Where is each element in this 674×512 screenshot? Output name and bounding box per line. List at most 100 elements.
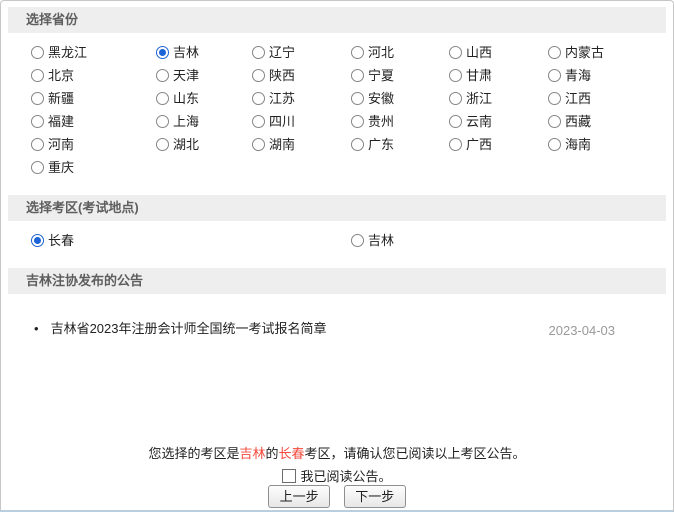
radio-icon[interactable]: [548, 69, 561, 82]
province-label: 新疆: [48, 91, 74, 106]
province-option-hebei[interactable]: 河北: [351, 41, 449, 64]
province-option-chongqing[interactable]: 重庆: [31, 156, 156, 179]
radio-icon[interactable]: [548, 92, 561, 105]
radio-icon[interactable]: [351, 46, 364, 59]
province-label: 北京: [48, 68, 74, 83]
read-announcement-checkbox-row[interactable]: 我已阅读公告。: [282, 469, 391, 484]
province-option-jilin[interactable]: 吉林: [156, 41, 252, 64]
radio-selected-icon[interactable]: [156, 46, 169, 59]
province-option-shandong[interactable]: 山东: [156, 87, 252, 110]
confirmation-prefix: 您选择的考区是: [148, 446, 239, 461]
radio-icon[interactable]: [252, 92, 265, 105]
radio-icon[interactable]: [351, 92, 364, 105]
province-option-qinghai[interactable]: 青海: [548, 64, 673, 87]
province-label: 吉林: [173, 45, 199, 60]
announcement-title-text: 吉林省2023年注册会计师全国统一考试报名简章: [51, 321, 327, 336]
radio-icon[interactable]: [351, 138, 364, 151]
radio-icon[interactable]: [31, 115, 44, 128]
province-label: 宁夏: [368, 68, 394, 83]
province-option-henan[interactable]: 河南: [31, 133, 156, 156]
province-label: 四川: [269, 114, 295, 129]
radio-icon[interactable]: [31, 69, 44, 82]
province-label: 上海: [173, 114, 199, 129]
province-option-shanghai[interactable]: 上海: [156, 110, 252, 133]
province-option-ningxia[interactable]: 宁夏: [351, 64, 449, 87]
exam-area-label: 吉林: [368, 233, 394, 248]
province-option-heilongjiang[interactable]: 黑龙江: [31, 41, 156, 64]
radio-icon[interactable]: [156, 115, 169, 128]
province-label: 河北: [368, 45, 394, 60]
province-option-neimenggu[interactable]: 内蒙古: [548, 41, 673, 64]
province-label: 福建: [48, 114, 74, 129]
province-option-gansu[interactable]: 甘肃: [449, 64, 548, 87]
confirmation-connector: 的: [265, 446, 278, 461]
province-option-sichuan[interactable]: 四川: [252, 110, 351, 133]
section-header-announcements: 吉林注协发布的公告: [8, 268, 666, 294]
radio-icon[interactable]: [156, 138, 169, 151]
radio-icon[interactable]: [156, 92, 169, 105]
radio-icon[interactable]: [31, 92, 44, 105]
province-label: 海南: [565, 137, 591, 152]
radio-icon[interactable]: [548, 138, 561, 151]
province-option-shanxi[interactable]: 山西: [449, 41, 548, 64]
radio-icon[interactable]: [449, 115, 462, 128]
province-option-anhui[interactable]: 安徽: [351, 87, 449, 110]
radio-icon[interactable]: [252, 69, 265, 82]
exam-area-option-changchun[interactable]: 长春: [31, 229, 351, 252]
province-label: 青海: [565, 68, 591, 83]
province-label: 西藏: [565, 114, 591, 129]
registration-page: 选择省份 黑龙江 吉林 辽宁 河北 山西 内蒙古 北京 天津 陕西 宁夏 甘肃 …: [0, 0, 674, 512]
radio-icon[interactable]: [156, 69, 169, 82]
province-option-xizang[interactable]: 西藏: [548, 110, 673, 133]
province-label: 天津: [173, 68, 199, 83]
announcement-link[interactable]: •吉林省2023年注册会计师全国统一考试报名简章: [34, 318, 326, 337]
province-label: 湖南: [269, 137, 295, 152]
announcement-item: •吉林省2023年注册会计师全国统一考试报名简章 2023-04-03: [1, 294, 673, 338]
checkbox-unchecked-icon[interactable]: [282, 469, 296, 483]
province-option-yunnan[interactable]: 云南: [449, 110, 548, 133]
radio-icon[interactable]: [351, 115, 364, 128]
province-label: 浙江: [466, 91, 492, 106]
radio-icon[interactable]: [548, 46, 561, 59]
radio-icon[interactable]: [351, 69, 364, 82]
radio-icon[interactable]: [449, 69, 462, 82]
previous-step-button[interactable]: 上一步: [268, 485, 330, 508]
radio-icon[interactable]: [548, 115, 561, 128]
province-option-guizhou[interactable]: 贵州: [351, 110, 449, 133]
province-option-jiangsu[interactable]: 江苏: [252, 87, 351, 110]
province-option-hunan[interactable]: 湖南: [252, 133, 351, 156]
radio-selected-icon[interactable]: [31, 234, 44, 247]
province-option-liaoning[interactable]: 辽宁: [252, 41, 351, 64]
province-option-tianjin[interactable]: 天津: [156, 64, 252, 87]
confirmation-text: 您选择的考区是吉林的长春考区，请确认您已阅读以上考区公告。: [1, 443, 673, 462]
spacer: [1, 179, 673, 195]
province-option-zhejiang[interactable]: 浙江: [449, 87, 548, 110]
province-option-fujian[interactable]: 福建: [31, 110, 156, 133]
province-option-guangxi[interactable]: 广西: [449, 133, 548, 156]
radio-icon[interactable]: [449, 46, 462, 59]
province-option-hainan[interactable]: 海南: [548, 133, 673, 156]
province-option-jiangxi[interactable]: 江西: [548, 87, 673, 110]
next-step-button[interactable]: 下一步: [344, 485, 406, 508]
radio-icon[interactable]: [449, 92, 462, 105]
radio-icon[interactable]: [252, 138, 265, 151]
radio-icon[interactable]: [252, 46, 265, 59]
province-label: 陕西: [269, 68, 295, 83]
radio-icon[interactable]: [31, 138, 44, 151]
province-option-guangdong[interactable]: 广东: [351, 133, 449, 156]
province-label: 云南: [466, 114, 492, 129]
province-label: 江苏: [269, 91, 295, 106]
confirmation-suffix: 考区，请确认您已阅读以上考区公告。: [305, 446, 526, 461]
province-option-beijing[interactable]: 北京: [31, 64, 156, 87]
province-option-xinjiang[interactable]: 新疆: [31, 87, 156, 110]
radio-icon[interactable]: [351, 234, 364, 247]
radio-icon[interactable]: [252, 115, 265, 128]
radio-icon[interactable]: [31, 161, 44, 174]
province-option-hubei[interactable]: 湖北: [156, 133, 252, 156]
exam-area-option-jilin[interactable]: 吉林: [351, 229, 394, 252]
section-header-province: 选择省份: [8, 7, 666, 33]
radio-icon[interactable]: [31, 46, 44, 59]
radio-icon[interactable]: [449, 138, 462, 151]
province-option-shaanxi[interactable]: 陕西: [252, 64, 351, 87]
confirmation-province-highlight: 吉林: [239, 446, 265, 461]
